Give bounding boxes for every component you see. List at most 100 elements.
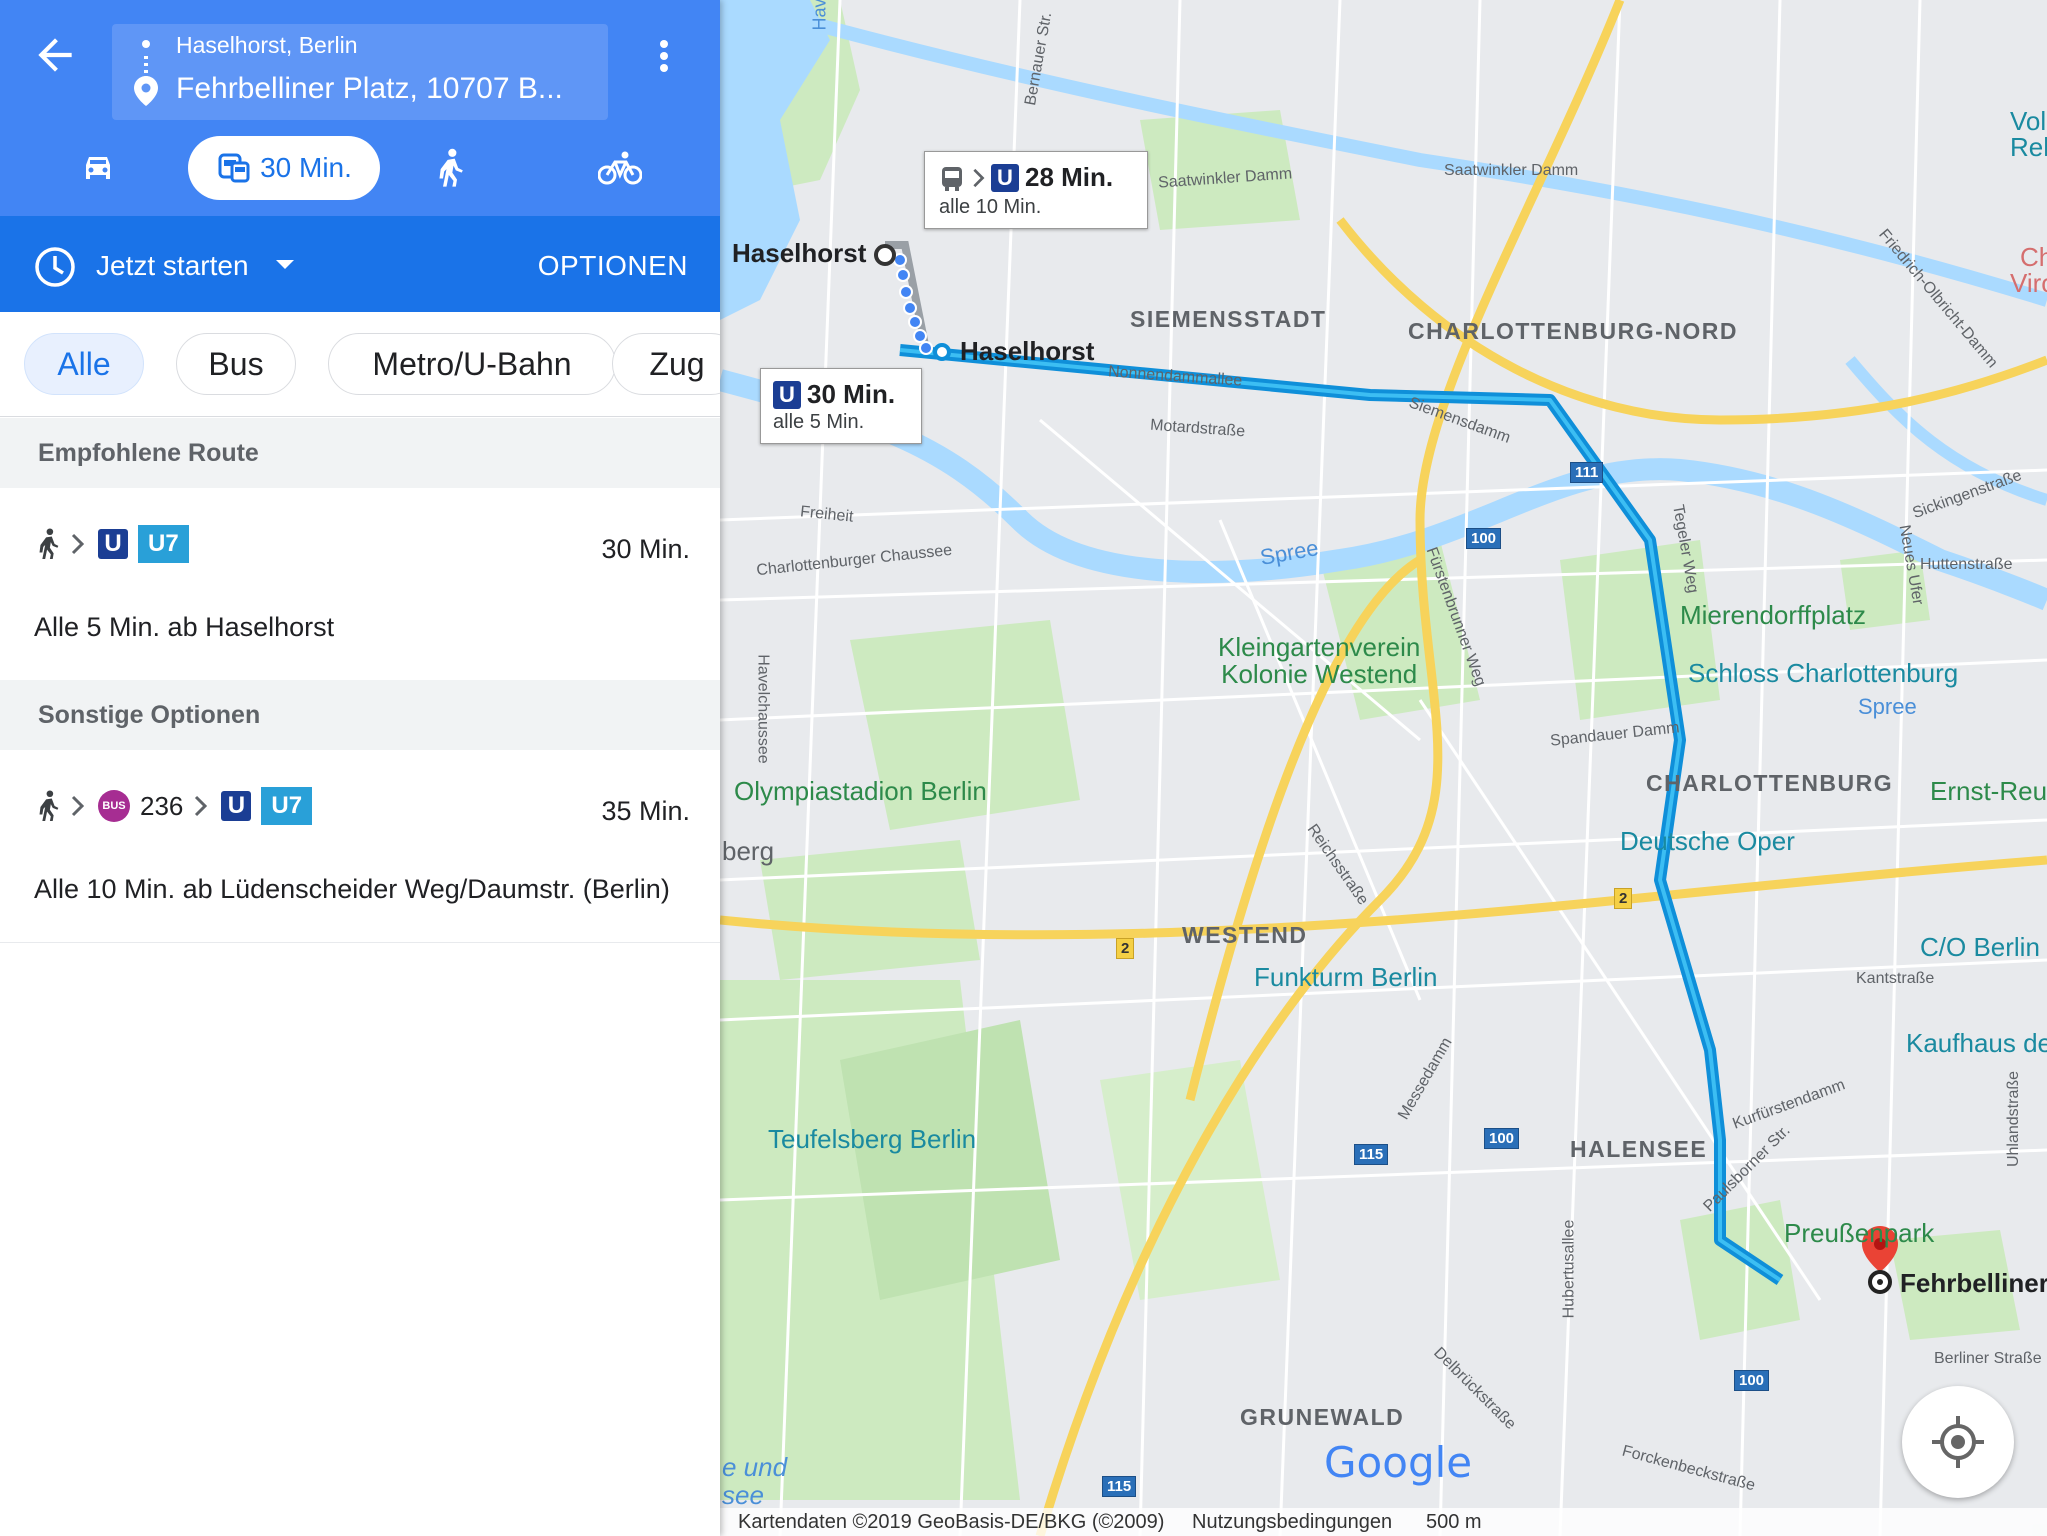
district-label: GRUNEWALD xyxy=(1240,1404,1405,1430)
chevron-right-icon xyxy=(71,795,84,817)
ubahn-icon: U xyxy=(991,163,1019,192)
back-arrow-icon[interactable] xyxy=(30,30,80,80)
station-label: Haselhorst xyxy=(960,336,1095,366)
callout-steps: U 28 Min. xyxy=(939,162,1113,193)
poi-label[interactable]: Kaufhaus de xyxy=(1906,1028,2047,1059)
district-label: CHARLOTTENBURG xyxy=(1646,770,1894,796)
destination-field[interactable]: Fehrbelliner Platz, 10707 B... xyxy=(176,72,596,106)
other-options-header-label: Sonstige Optionen xyxy=(38,701,261,729)
filter-train[interactable]: Zug xyxy=(612,333,720,395)
poi-label[interactable]: Funkturm Berlin xyxy=(1254,962,1438,993)
more-options-icon[interactable] xyxy=(652,36,676,76)
crosshair-icon xyxy=(1932,1416,1984,1468)
poi-label: Viro xyxy=(2010,268,2047,298)
ubahn-icon: U xyxy=(221,791,252,821)
river-label: Spree xyxy=(1858,694,1917,719)
line-badge-u7: U7 xyxy=(261,787,313,825)
route-dots-icon xyxy=(144,56,148,76)
street-label: Kantstraße xyxy=(1856,970,1935,987)
poi-label[interactable]: Preußenpark xyxy=(1784,1218,1934,1249)
poi-label[interactable]: Teufelsberg Berlin xyxy=(768,1124,976,1155)
bicycle-icon xyxy=(598,151,642,185)
dropdown-caret-icon[interactable] xyxy=(276,260,294,269)
line-badge-u7: U7 xyxy=(138,525,189,563)
origin-dot-icon xyxy=(142,40,150,48)
route-duration: 30 Min. xyxy=(601,534,690,564)
station-marker-icon[interactable] xyxy=(932,342,952,362)
my-location-button[interactable] xyxy=(1902,1386,2014,1498)
recommended-header-label: Empfohlene Route xyxy=(38,439,259,467)
origin-label: Haselhorst xyxy=(732,238,867,268)
street-label: Havelchaussee xyxy=(754,654,772,764)
route-inputs[interactable]: Haselhorst, Berlin Fehrbelliner Platz, 1… xyxy=(112,24,608,120)
chevron-right-icon xyxy=(973,168,985,187)
route-callout-main[interactable]: U 30 Min. alle 5 Min. xyxy=(760,368,922,444)
transit-filters: Alle Bus Metro/U-Bahn Zug xyxy=(0,312,720,417)
route-option-recommended[interactable]: U U7 30 Min. Alle 5 Min. ab Haselhorst xyxy=(0,488,720,681)
poi-label[interactable]: Ernst-Reut xyxy=(1930,776,2047,807)
map-base xyxy=(720,0,2047,1536)
walk-icon xyxy=(39,528,59,560)
mode-transit[interactable]: 30 Min. xyxy=(188,136,380,200)
highway-shield: 2 xyxy=(1614,888,1633,909)
district-label: SIEMENSSTADT xyxy=(1130,306,1327,332)
route-description: Alle 5 Min. ab Haselhorst xyxy=(34,612,335,642)
poi-label[interactable]: C/O Berlin xyxy=(1920,932,2040,963)
departure-bar: Jetzt starten OPTIONEN xyxy=(0,216,720,312)
poi-label[interactable]: Deutsche Oper xyxy=(1620,826,1795,857)
filter-bus[interactable]: Bus xyxy=(176,333,296,395)
bus-icon xyxy=(942,166,962,191)
route-option-alt[interactable]: BUS 236 U U7 35 Min. Alle 10 Min. ab Lüd… xyxy=(0,750,720,943)
callout-frequency: alle 5 Min. xyxy=(773,411,865,433)
mode-cycling[interactable] xyxy=(596,136,644,200)
district-label: WESTEND xyxy=(1182,922,1308,948)
callout-frequency: alle 10 Min. xyxy=(939,196,1042,218)
street-label: Berliner Straße xyxy=(1934,1350,2042,1367)
poi-label: Reh xyxy=(2010,132,2047,162)
directions-header: Haselhorst, Berlin Fehrbelliner Platz, 1… xyxy=(0,0,720,216)
recommended-header: Empfohlene Route xyxy=(0,418,720,488)
scale-label: 500 m xyxy=(1426,1511,1482,1533)
highway-shield: 115 xyxy=(1354,1144,1389,1165)
origin-marker-icon[interactable] xyxy=(872,242,898,268)
clock-icon xyxy=(35,247,75,287)
depart-time-dropdown[interactable]: Jetzt starten xyxy=(96,250,249,282)
street-label: Uhlandstraße xyxy=(2005,1070,2023,1168)
attribution-text: Kartendaten ©2019 GeoBasis-DE/BKG (©2009… xyxy=(738,1511,1165,1533)
street-label: Saatwinkler Damm xyxy=(1444,162,1579,179)
ubahn-icon: U xyxy=(773,380,801,409)
callout-time: 30 Min. xyxy=(807,379,896,409)
filter-metro[interactable]: Metro/U-Bahn xyxy=(328,333,616,395)
callout-steps: U 30 Min. xyxy=(773,379,895,410)
route-duration: 35 Min. xyxy=(601,796,690,826)
highway-shield: 115 xyxy=(1102,1476,1137,1497)
map-canvas[interactable]: Haselhorst Haselhorst Fehrbelliner U 28 … xyxy=(720,0,2047,1536)
route-callout-alt[interactable]: U 28 Min. alle 10 Min. xyxy=(924,151,1148,229)
poi-label[interactable]: Schloss Charlottenburg xyxy=(1688,658,1958,689)
poi-label[interactable]: Mierendorffplatz xyxy=(1680,600,1866,631)
mode-driving[interactable] xyxy=(70,136,126,200)
location-pin-icon xyxy=(134,76,158,106)
origin-field[interactable]: Haselhorst, Berlin xyxy=(176,32,358,59)
mode-walking[interactable] xyxy=(428,136,472,200)
water-label: e und xyxy=(722,1452,788,1482)
other-options-header: Sonstige Optionen xyxy=(0,680,720,750)
walk-icon xyxy=(39,790,59,822)
directions-panel: Haselhorst, Berlin Fehrbelliner Platz, 1… xyxy=(0,0,720,1536)
map-attribution-bar: Kartendaten ©2019 GeoBasis-DE/BKG (©2009… xyxy=(720,1508,2047,1536)
street-label: Hubertusallee xyxy=(1560,1219,1578,1319)
bus-line-number: 236 xyxy=(140,790,184,821)
options-button[interactable]: OPTIONEN xyxy=(538,250,688,282)
poi-label[interactable]: Olympiastadion Berlin xyxy=(734,776,987,807)
destination-label: Fehrbelliner xyxy=(1900,1268,2047,1298)
route-steps: U U7 xyxy=(36,524,189,564)
poi-label: berg xyxy=(722,836,775,866)
transit-icon xyxy=(218,153,250,183)
highway-shield: 100 xyxy=(1484,1128,1520,1149)
poi-label[interactable]: Kleingartenverein Kolonie Westend xyxy=(1218,634,1420,688)
bus-icon: BUS xyxy=(98,790,130,822)
street-label: Huttenstraße xyxy=(1920,556,2013,573)
terms-link[interactable]: Nutzungsbedingungen xyxy=(1192,1511,1392,1534)
filter-all[interactable]: Alle xyxy=(24,333,144,395)
walk-icon xyxy=(439,148,463,187)
